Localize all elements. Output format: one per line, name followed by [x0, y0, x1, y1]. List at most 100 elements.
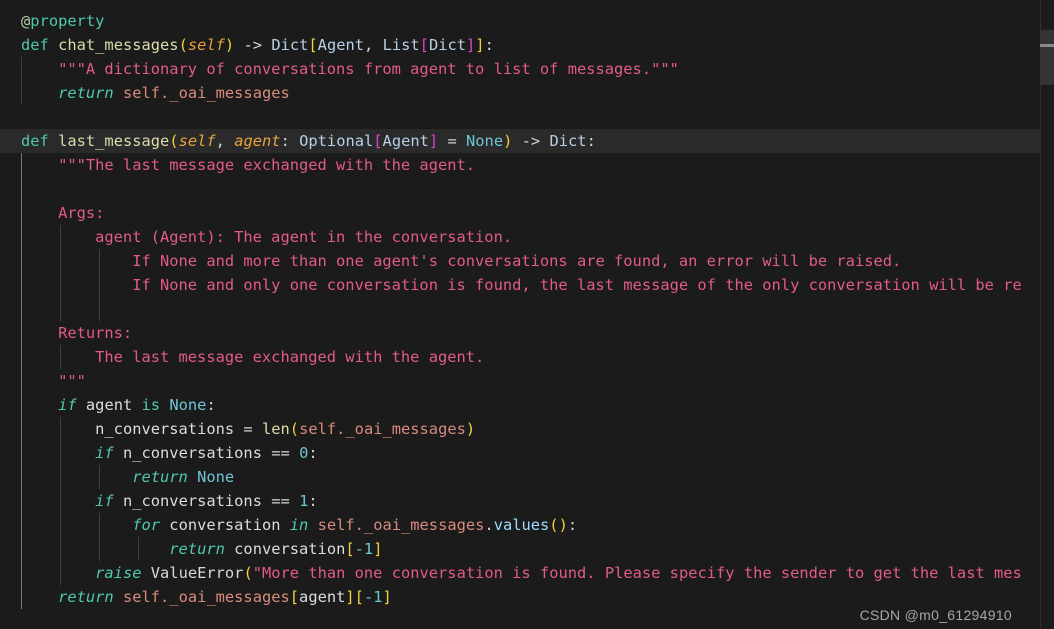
decorator-at-token: @: [21, 12, 31, 30]
indent-guide: [99, 465, 100, 489]
colon-token: :: [280, 132, 290, 150]
indent-guide: [60, 489, 61, 513]
number-token: -1: [354, 540, 374, 558]
code-line[interactable]: [0, 297, 1040, 321]
colon-token: :: [206, 396, 216, 414]
indent-guide-active: [21, 177, 22, 201]
self-token: self._oai_messages: [122, 588, 290, 606]
indent-guide: [99, 297, 100, 321]
code-line[interactable]: If None and more than one agent's conver…: [0, 249, 1040, 273]
code-line[interactable]: if n_conversations == 1:: [0, 489, 1040, 513]
colon-token: :: [308, 492, 318, 510]
identifier-token: conversation: [169, 516, 281, 534]
indent-guide: [60, 225, 61, 249]
code-line[interactable]: n_conversations = len(self._oai_messages…: [0, 417, 1040, 441]
docstring-token: Returns:: [21, 324, 133, 342]
bracket-token: (: [243, 564, 253, 582]
indent-guide: [60, 513, 61, 537]
method-values-token: values: [493, 516, 550, 534]
code-line[interactable]: Returns:: [0, 321, 1040, 345]
indent-guide-active: [21, 249, 22, 273]
number-token: 0: [299, 444, 309, 462]
code-line[interactable]: [0, 105, 1040, 129]
code-line[interactable]: if n_conversations == 0:: [0, 441, 1040, 465]
code-line[interactable]: """The last message exchanged with the a…: [0, 153, 1040, 177]
operator-token: ==: [271, 492, 290, 510]
code-line[interactable]: The last message exchanged with the agen…: [0, 345, 1040, 369]
docstring-token: The last message exchanged with the agen…: [21, 348, 485, 366]
code-line[interactable]: agent (Agent): The agent in the conversa…: [0, 225, 1040, 249]
identifier-token: agent: [299, 588, 346, 606]
keyword-for-token: for: [132, 516, 161, 534]
indent-guide: [60, 297, 61, 321]
indent-guide-active: [21, 417, 22, 441]
bracket-token: (: [169, 132, 179, 150]
code-line[interactable]: for conversation in self._oai_messages.v…: [0, 513, 1040, 537]
editor-viewport[interactable]: @property def chat_messages(self) -> Dic…: [0, 0, 1040, 629]
bracket-token: (): [549, 516, 568, 534]
number-token: -1: [363, 588, 383, 606]
keyword-if-token: if: [58, 396, 77, 414]
indent-guide: [60, 345, 61, 369]
bracket-token: ]: [466, 36, 476, 54]
indent-guide-active: [21, 201, 22, 225]
indent-guide-active: [21, 321, 22, 345]
scrollbar-overview-ruler[interactable]: [1040, 0, 1054, 629]
code-line[interactable]: return self._oai_messages[agent][-1]: [0, 585, 1040, 609]
code-line[interactable]: If None and only one conversation is fou…: [0, 273, 1040, 297]
code-line[interactable]: """A dictionary of conversations from ag…: [0, 57, 1040, 81]
type-token: Dict: [271, 36, 309, 54]
code-line[interactable]: def chat_messages(self) -> Dict[Agent, L…: [0, 33, 1040, 57]
param-agent-token: agent: [234, 132, 281, 150]
indent-guide: [60, 465, 61, 489]
code-editor-window: @property def chat_messages(self) -> Dic…: [0, 0, 1054, 629]
identifier-token: n_conversations: [122, 492, 262, 510]
bracket-token: [: [308, 36, 318, 54]
param-self-token: self: [187, 36, 225, 54]
code-line[interactable]: """: [0, 369, 1040, 393]
string-token: "More than one conversation is found. Pl…: [252, 564, 1022, 582]
code-line[interactable]: return self._oai_messages: [0, 81, 1040, 105]
ruler-divider: [1040, 0, 1041, 629]
colon-token: :: [586, 132, 596, 150]
indent-guide: [60, 249, 61, 273]
docstring-token: agent (Agent): The agent in the conversa…: [21, 228, 513, 246]
indent-guide-active: [21, 585, 22, 609]
identifier-token: agent: [85, 396, 133, 414]
identifier-token: n_conversations: [95, 420, 235, 438]
code-line[interactable]: return conversation[-1]: [0, 537, 1040, 561]
code-line[interactable]: if agent is None:: [0, 393, 1040, 417]
indent-guide: [60, 417, 61, 441]
comma-token: ,: [215, 132, 225, 150]
code-line[interactable]: raise ValueError("More than one conversa…: [0, 561, 1040, 585]
arrow-token: ->: [521, 132, 541, 150]
code-line[interactable]: return None: [0, 465, 1040, 489]
bracket-token: ]: [382, 588, 392, 606]
docstring-token: """The last message exchanged with the a…: [21, 156, 476, 174]
code-line[interactable]: Args:: [0, 201, 1040, 225]
code-line[interactable]: [0, 177, 1040, 201]
decorator-name-token: property: [30, 12, 105, 30]
self-token: self._oai_messages: [317, 516, 485, 534]
keyword-def-token: def: [21, 36, 49, 54]
code-line-active[interactable]: def last_message(self, agent: Optional[A…: [0, 129, 1040, 153]
dot-token: .: [484, 516, 494, 534]
keyword-return-token: return: [132, 468, 188, 486]
function-name-token: chat_messages: [58, 36, 179, 54]
bracket-token: ): [465, 420, 476, 438]
keyword-in-token: in: [289, 516, 309, 534]
code-lines-container[interactable]: @property def chat_messages(self) -> Dic…: [0, 9, 1040, 609]
keyword-is-token: is: [141, 396, 161, 414]
colon-token: :: [567, 516, 578, 534]
indent-guide-active: [21, 513, 22, 537]
bracket-token: ]: [373, 540, 383, 558]
identifier-token: n_conversations: [122, 444, 262, 462]
param-self-token: self: [178, 132, 216, 150]
editor-top-padding: [0, 0, 1040, 9]
exception-class-token: ValueError: [150, 564, 244, 582]
code-line[interactable]: @property: [0, 9, 1040, 33]
docstring-token: """: [21, 372, 86, 390]
scrollbar-thumb[interactable]: [1040, 30, 1054, 85]
indent-guide-active: [21, 537, 22, 561]
self-token: self._oai_messages: [122, 84, 290, 102]
